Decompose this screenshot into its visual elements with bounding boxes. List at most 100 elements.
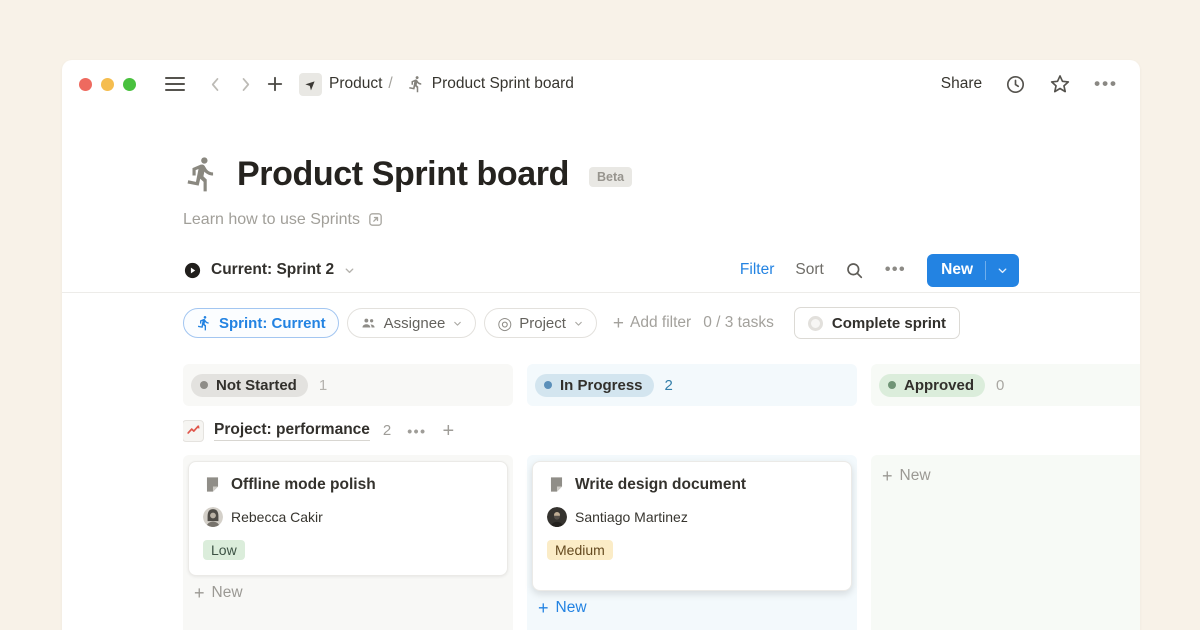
page-header: Product Sprint board Beta Learn how to u… (62, 108, 1140, 230)
new-button-label: New (927, 261, 985, 279)
group-label[interactable]: Project: performance (214, 421, 370, 441)
page-title[interactable]: Product Sprint board (237, 155, 569, 194)
view-switcher[interactable]: Current: Sprint 2 (183, 261, 356, 280)
filter-button[interactable]: Filter (740, 261, 774, 279)
breadcrumb-current[interactable]: Product Sprint board (432, 75, 574, 93)
column-count: 1 (319, 377, 327, 394)
add-filter-button[interactable]: + Add filter (613, 314, 691, 333)
beta-badge: Beta (589, 167, 632, 187)
status-dot (888, 381, 896, 389)
sprint-filter-chip[interactable]: Sprint: Current (183, 308, 339, 338)
card-title: Write design document (575, 476, 746, 494)
project-filter-chip[interactable]: ◎ Project (484, 308, 597, 338)
complete-sprint-button[interactable]: Complete sprint (794, 307, 960, 339)
add-card-label: New (900, 467, 931, 485)
view-switcher-label: Current: Sprint 2 (211, 261, 334, 279)
chevron-down-icon (343, 264, 356, 277)
board-column-bodies: Offline mode polish Rebecca Cakir Low + … (183, 455, 1140, 630)
add-card-label: New (212, 584, 243, 602)
add-card-label: New (556, 599, 587, 617)
sort-button[interactable]: Sort (795, 261, 823, 279)
zoom-window-button[interactable] (123, 78, 136, 91)
chevron-down-icon (452, 318, 463, 329)
favorite-star-icon[interactable] (1049, 73, 1071, 95)
breadcrumb-page-runner-icon (407, 75, 425, 93)
page-doc-icon (203, 475, 222, 494)
external-link-icon (367, 211, 384, 228)
column-header-not-started: Not Started 1 (183, 364, 513, 406)
assignee-filter-label: Assignee (384, 315, 446, 332)
page-runner-icon[interactable] (183, 155, 221, 193)
window-more-icon[interactable]: ••• (1094, 74, 1118, 94)
plus-icon: + (538, 599, 549, 617)
titlebar: ➤ Product / Product Sprint board Share •… (62, 60, 1140, 108)
group-count: 2 (383, 422, 391, 439)
runner-icon (196, 315, 212, 331)
breadcrumb-product-icon: ➤ (299, 73, 322, 96)
new-button-chevron-icon[interactable] (986, 264, 1019, 277)
new-page-icon[interactable] (263, 72, 287, 96)
plus-icon: + (882, 467, 893, 485)
breadcrumb-root[interactable]: Product (329, 75, 382, 93)
column-not-started: Offline mode polish Rebecca Cakir Low + … (183, 455, 513, 630)
status-pill-approved[interactable]: Approved (879, 374, 985, 397)
minimize-window-button[interactable] (101, 78, 114, 91)
card-assignee: Rebecca Cakir (231, 509, 323, 525)
progress-ring-icon (808, 316, 823, 331)
status-pill-not-started[interactable]: Not Started (191, 374, 308, 397)
card-assignee: Santiago Martinez (575, 509, 688, 525)
column-in-progress: Write design document Santiago Martinez … (527, 455, 857, 630)
breadcrumb-separator: / (388, 75, 392, 93)
column-count: 0 (996, 377, 1004, 394)
sprint-play-icon (183, 261, 202, 280)
group-add-icon[interactable]: + (442, 421, 454, 441)
plus-icon: + (613, 314, 624, 333)
history-clock-icon[interactable] (1005, 74, 1026, 95)
page-doc-icon (547, 475, 566, 494)
add-card-button[interactable]: + New (876, 459, 1140, 493)
status-dot (200, 381, 208, 389)
project-filter-label: Project (519, 315, 566, 332)
column-approved: + New (871, 455, 1140, 630)
target-icon: ◎ (497, 315, 512, 332)
new-button[interactable]: New (927, 254, 1019, 287)
complete-sprint-label: Complete sprint (832, 315, 946, 332)
avatar (203, 507, 223, 527)
card-title: Offline mode polish (231, 476, 376, 494)
forward-icon[interactable] (233, 72, 257, 96)
status-dot (544, 381, 552, 389)
tasks-progress: 0 / 3 tasks (703, 314, 774, 332)
toolbar-divider (62, 292, 1140, 293)
assignee-filter-chip[interactable]: Assignee (347, 308, 477, 338)
board-column-headers: Not Started 1 In Progress 2 Approved 0 (183, 364, 1140, 406)
group-more-icon[interactable]: ••• (407, 423, 426, 439)
avatar (547, 507, 567, 527)
people-icon (360, 315, 377, 332)
card-offline-mode-polish[interactable]: Offline mode polish Rebecca Cakir Low (188, 461, 508, 576)
help-link[interactable]: Learn how to use Sprints (183, 209, 384, 230)
column-header-in-progress: In Progress 2 (527, 364, 857, 406)
close-window-button[interactable] (79, 78, 92, 91)
search-icon[interactable] (845, 261, 864, 280)
plus-icon: + (194, 584, 205, 602)
back-icon[interactable] (203, 72, 227, 96)
group-header: ▼ Project: performance 2 ••• + (183, 406, 1140, 455)
status-pill-in-progress[interactable]: In Progress (535, 374, 654, 397)
help-link-label: Learn how to use Sprints (183, 211, 360, 229)
status-label: In Progress (560, 377, 643, 394)
add-card-button[interactable]: + New (188, 576, 508, 610)
share-button[interactable]: Share (941, 75, 982, 93)
add-card-button[interactable]: + New (532, 591, 852, 625)
kanban-board: Not Started 1 In Progress 2 Approved 0 (183, 338, 1140, 630)
app-window: ➤ Product / Product Sprint board Share •… (62, 60, 1140, 630)
card-write-design-document[interactable]: Write design document Santiago Martinez … (532, 461, 852, 591)
sidebar-toggle-icon[interactable] (165, 77, 185, 91)
view-more-icon[interactable]: ••• (885, 261, 906, 279)
chart-increasing-icon (183, 420, 204, 442)
priority-tag: Low (203, 540, 245, 560)
priority-tag: Medium (547, 540, 613, 560)
column-header-approved: Approved 0 (871, 364, 1140, 406)
column-count: 2 (665, 377, 673, 394)
status-label: Approved (904, 377, 974, 394)
traffic-lights (79, 78, 136, 91)
